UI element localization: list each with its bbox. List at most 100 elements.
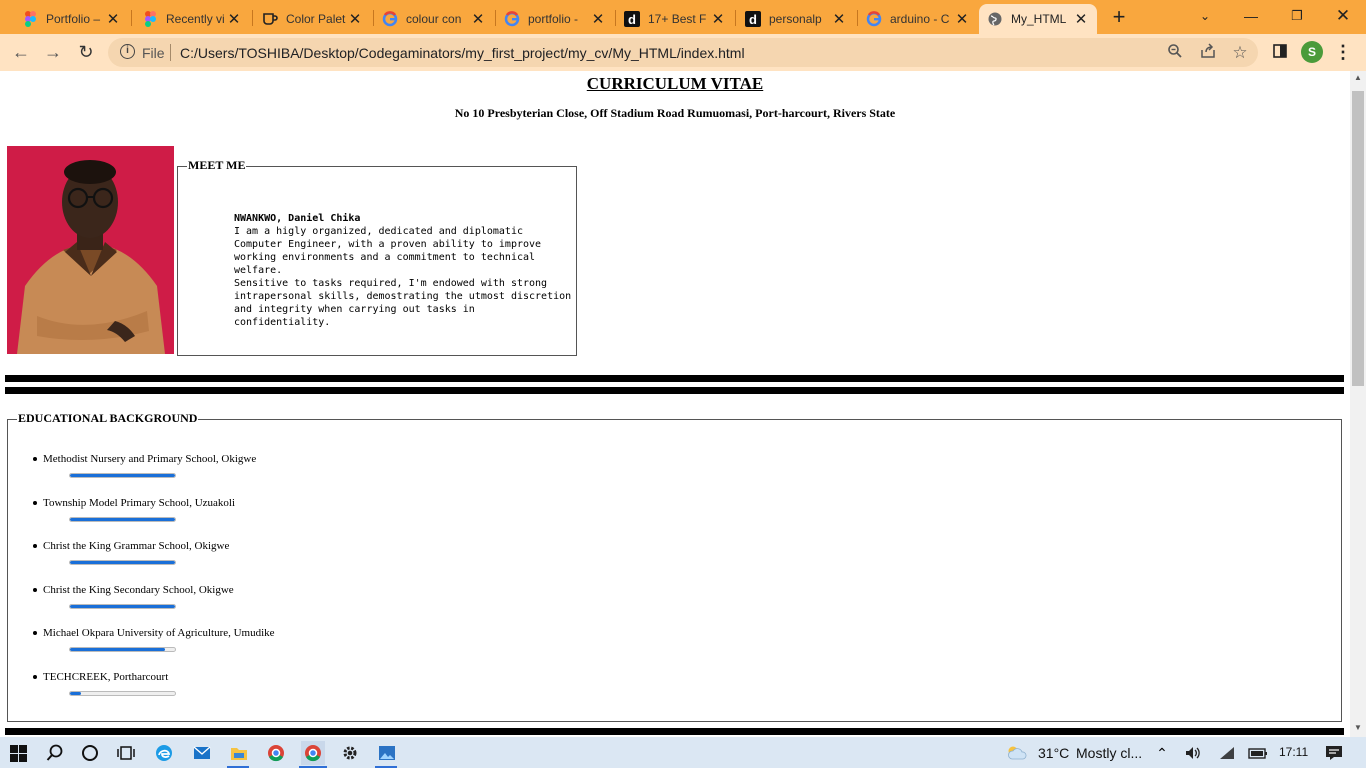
kebab-menu-icon[interactable]: ⋮ <box>1330 39 1356 65</box>
minimize-icon[interactable]: — <box>1228 2 1274 30</box>
settings-gear-icon[interactable] <box>338 741 362 765</box>
close-icon[interactable]: ✕ <box>954 10 970 28</box>
close-icon[interactable]: ✕ <box>226 10 242 28</box>
tab-title: Recently vi <box>166 12 225 26</box>
wifi-icon[interactable] <box>1215 741 1239 765</box>
close-icon[interactable]: ✕ <box>470 10 486 28</box>
volume-icon[interactable] <box>1181 741 1205 765</box>
bullet <box>33 587 37 592</box>
page-content: CURRICULUM VITAE No 10 Presbyterian Clos… <box>0 71 1350 737</box>
search-icon[interactable] <box>43 741 67 765</box>
chevron-up-icon[interactable]: ⌃ <box>1150 741 1174 765</box>
bullet <box>33 457 37 461</box>
photos-icon[interactable] <box>375 741 399 765</box>
school-name: Christ the King Grammar School, Okigwe <box>43 540 230 552</box>
progress-bar <box>69 516 176 522</box>
meet-me-text: NWANKWO, Daniel Chika I am a higly organ… <box>234 212 574 329</box>
weather-cloud-icon[interactable] <box>1005 741 1029 765</box>
profile-avatar[interactable]: S <box>1301 41 1323 63</box>
meet-me-legend: MEET ME <box>187 158 247 173</box>
weather-condition[interactable]: Mostly cl... <box>1076 745 1142 761</box>
progress-fill <box>70 604 175 608</box>
tab-my-html[interactable]: My_HTML ✕ <box>979 4 1097 34</box>
tab-search-chevron-icon[interactable]: ⌄ <box>1182 2 1228 30</box>
tab-portfolio-search[interactable]: portfolio - ✕ <box>496 4 614 34</box>
close-icon[interactable]: ✕ <box>710 10 726 28</box>
notifications-icon[interactable] <box>1322 741 1346 765</box>
reload-icon[interactable]: ↻ <box>73 39 99 65</box>
close-icon[interactable]: ✕ <box>1073 10 1089 28</box>
bio-line: and integrity when carrying out tasks in… <box>234 304 475 328</box>
scroll-up-arrow-icon[interactable]: ▲ <box>1350 73 1366 85</box>
weather-temperature[interactable]: 31°C <box>1038 745 1069 761</box>
url-text[interactable]: C:/Users/TOSHIBA/Desktop/Codegaminators/… <box>180 45 745 61</box>
tab-recently-viewed[interactable]: Recently vi ✕ <box>134 4 250 34</box>
progress-bar <box>69 603 176 609</box>
cortana-icon[interactable] <box>78 741 102 765</box>
omnibox-divider <box>170 44 171 61</box>
share-icon[interactable] <box>1198 43 1218 63</box>
tab-color-palette[interactable]: Color Palet ✕ <box>254 4 371 34</box>
tab-best-templates[interactable]: d 17+ Best F ✕ <box>616 4 734 34</box>
info-icon[interactable]: i <box>120 44 135 59</box>
bookmark-star-icon[interactable]: ☆ <box>1230 43 1250 63</box>
close-icon[interactable]: ✕ <box>590 10 606 28</box>
close-icon[interactable]: ✕ <box>105 10 121 28</box>
divider-rule <box>5 375 1344 382</box>
school-name: TECHCREEK, Portharcourt <box>43 670 169 683</box>
close-icon[interactable]: ✕ <box>347 10 363 28</box>
chrome-icon[interactable] <box>264 741 288 765</box>
zoom-icon[interactable] <box>1165 43 1185 63</box>
figma-icon <box>22 11 38 27</box>
edge-icon[interactable] <box>152 741 176 765</box>
tab-colour-combination[interactable]: colour con ✕ <box>374 4 494 34</box>
file-explorer-icon[interactable] <box>227 741 251 765</box>
bullet <box>33 500 37 505</box>
tab-title: My_HTML <box>1011 12 1067 26</box>
scroll-down-arrow-icon[interactable]: ▼ <box>1350 723 1366 735</box>
task-view-icon[interactable] <box>114 741 138 765</box>
bullet <box>33 544 37 548</box>
battery-icon[interactable] <box>1246 741 1270 765</box>
chrome-active-icon[interactable] <box>301 741 325 765</box>
tab-personal-portfolio[interactable]: d personalp ✕ <box>737 4 855 34</box>
clock-time[interactable]: 17:11 <box>1279 745 1308 759</box>
google-icon <box>866 11 882 27</box>
progress-bar <box>69 560 176 565</box>
bullet <box>33 631 37 635</box>
bio-line: intrapersonal skills, demostrating the u… <box>234 291 572 302</box>
browser-tab-strip: Portfolio – ✕ Recently vi ✕ Color Palet … <box>0 0 1366 34</box>
scroll-thumb[interactable] <box>1352 91 1364 386</box>
mail-icon[interactable] <box>190 741 214 765</box>
tab-title: portfolio - <box>528 12 579 26</box>
school-name: Michael Okpara University of Agriculture… <box>43 627 275 639</box>
progress-fill <box>70 474 175 477</box>
page-scrollbar[interactable]: ▲ ▼ <box>1350 71 1366 737</box>
mug-icon <box>262 11 278 27</box>
browser-toolbar: ← → ↻ i File C:/Users/TOSHIBA/Desktop/Co… <box>0 34 1366 71</box>
progress-fill <box>70 517 175 521</box>
side-panel-icon[interactable] <box>1267 39 1293 65</box>
tab-arduino[interactable]: arduino - C ✕ <box>858 4 978 34</box>
tab-title: arduino - C <box>890 12 950 26</box>
bio-line: Sensitive to tasks required, I'm endowed… <box>234 278 548 289</box>
bio-line: welfare. <box>234 265 283 276</box>
windows-start-icon[interactable] <box>6 741 30 765</box>
divider-rule <box>5 728 1344 735</box>
address-bar[interactable]: i File C:/Users/TOSHIBA/Desktop/Codegami… <box>108 38 1258 67</box>
bio-line: Computer Engineer, with a proven ability… <box>234 239 542 250</box>
progress-fill <box>70 648 165 651</box>
back-arrow-icon[interactable]: ← <box>8 39 34 65</box>
new-tab-button[interactable]: + <box>1108 5 1130 29</box>
school-name: Christ the King Secondary School, Okigwe <box>43 583 234 596</box>
divider-rule <box>5 387 1344 394</box>
forward-arrow-icon[interactable]: → <box>40 39 66 65</box>
window-close-icon[interactable]: ✕ <box>1320 2 1366 30</box>
bio-line: I am a higly organized, dedicated and di… <box>234 226 523 237</box>
restore-icon[interactable]: ❐ <box>1274 2 1320 30</box>
tab-portfolio[interactable]: Portfolio – ✕ <box>14 4 129 34</box>
d-icon: d <box>624 11 640 27</box>
progress-bar <box>69 473 176 478</box>
education-legend: EDUCATIONAL BACKGROUND <box>17 411 199 426</box>
close-icon[interactable]: ✕ <box>831 10 847 28</box>
